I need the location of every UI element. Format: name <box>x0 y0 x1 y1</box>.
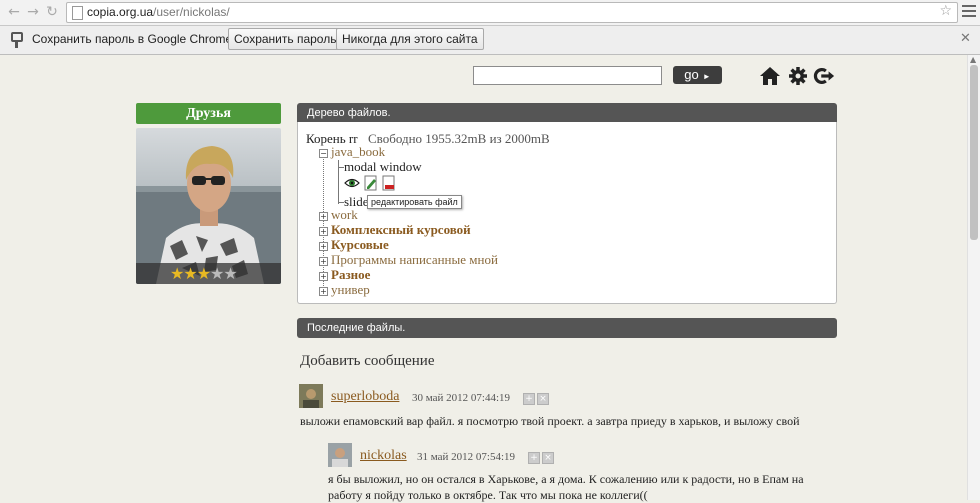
expand-toggle[interactable]: + <box>319 242 328 251</box>
infobar-message: Сохранить пароль в Google Chrome? <box>32 32 239 46</box>
message-date: 30 май 2012 07:44:19 <box>412 392 511 404</box>
search-input[interactable] <box>473 66 662 85</box>
forward-arrow-icon[interactable]: → <box>25 4 41 20</box>
folder-univer[interactable]: универ <box>331 282 370 298</box>
delete-file-icon[interactable] <box>382 175 396 191</box>
close-icon[interactable]: ✕ <box>960 31 971 46</box>
scroll-up-icon[interactable]: ▲ <box>970 55 976 64</box>
password-infobar: Сохранить пароль в Google Chrome? Сохран… <box>0 26 980 55</box>
collapse-toggle[interactable]: − <box>319 149 328 158</box>
avatar[interactable] <box>328 443 352 467</box>
profile-avatar: ★★★★★ <box>136 128 281 284</box>
browser-toolbar: ← → ↻ copia.org.ua/user/nickolas/ ☆ <box>0 0 980 26</box>
reply-icon[interactable]: + <box>523 393 535 405</box>
go-button[interactable]: go ► <box>673 66 722 84</box>
chrome-menu-icon[interactable] <box>962 5 976 19</box>
expand-toggle[interactable]: + <box>319 287 328 296</box>
reply-icon[interactable]: + <box>528 452 540 464</box>
reload-icon[interactable]: ↻ <box>44 4 60 20</box>
go-label: go <box>684 67 699 82</box>
page-icon <box>72 6 83 20</box>
never-save-button[interactable]: Никогда для этого сайта <box>336 28 484 50</box>
save-password-button[interactable]: Сохранить пароль <box>228 28 343 50</box>
folder-programmy[interactable]: Программы написанные мной <box>331 252 498 268</box>
expand-toggle[interactable]: + <box>319 212 328 221</box>
star-icon[interactable]: ★ <box>223 264 237 283</box>
folder-kompleksnyi[interactable]: Комплексный курсовой <box>331 222 471 238</box>
folder-kursovye[interactable]: Курсовые <box>331 237 389 253</box>
message-text: я бы выложил, но он остался в Харькове, … <box>328 472 804 502</box>
recent-files-header: Последние файлы. <box>297 318 837 338</box>
delete-icon[interactable]: × <box>542 452 554 464</box>
message-username[interactable]: superloboda <box>331 389 399 405</box>
url-path: /user/nickolas/ <box>153 5 230 19</box>
page-scrollbar[interactable]: ▲ <box>967 55 980 500</box>
folder-work[interactable]: work <box>331 207 358 223</box>
expand-toggle[interactable]: + <box>319 272 328 281</box>
url-text[interactable]: copia.org.ua/user/nickolas/ <box>87 5 230 19</box>
friends-button[interactable]: Друзья <box>136 103 281 124</box>
back-arrow-icon[interactable]: ← <box>6 4 22 20</box>
url-host: copia.org.ua <box>87 5 154 19</box>
free-space-text: Свободно 1955.32mB из 2000mB <box>368 131 550 146</box>
view-eye-icon[interactable] <box>344 177 360 189</box>
rating-bar: ★★★★★ <box>136 263 281 284</box>
file-tree-panel: Корень rr Свободно 1955.32mB из 2000mB −… <box>297 122 837 304</box>
file-modal-window[interactable]: modal window <box>344 159 422 175</box>
scroll-thumb[interactable] <box>970 65 978 240</box>
tooltip: редактировать файл <box>367 195 462 209</box>
home-icon[interactable] <box>759 66 781 86</box>
delete-icon[interactable]: × <box>537 393 549 405</box>
star-icon[interactable]: ★ <box>197 264 211 283</box>
key-icon <box>10 32 23 48</box>
star-rating[interactable]: ★★★★★ <box>170 264 238 283</box>
edit-file-icon[interactable] <box>364 175 378 191</box>
expand-toggle[interactable]: + <box>319 257 328 266</box>
folder-java-book[interactable]: java_book <box>331 144 385 160</box>
bookmark-star-icon[interactable]: ☆ <box>939 3 952 19</box>
file-tree-header: Дерево файлов. <box>297 103 837 123</box>
add-message-link[interactable]: Добавить сообщение <box>300 353 435 370</box>
star-icon[interactable]: ★ <box>210 264 224 283</box>
gear-icon[interactable] <box>787 66 809 86</box>
star-icon[interactable]: ★ <box>183 264 197 283</box>
logout-icon[interactable] <box>813 66 835 86</box>
message-text: выложи епамовский вар файл. я посмотрю т… <box>300 414 800 428</box>
star-icon[interactable]: ★ <box>170 264 184 283</box>
message-date: 31 май 2012 07:54:19 <box>417 451 516 463</box>
address-bar[interactable]: copia.org.ua/user/nickolas/ ☆ <box>66 2 958 23</box>
expand-toggle[interactable]: + <box>319 227 328 236</box>
message-username[interactable]: nickolas <box>360 448 407 464</box>
folder-raznoe[interactable]: Разное <box>331 267 370 283</box>
avatar[interactable] <box>299 384 323 408</box>
